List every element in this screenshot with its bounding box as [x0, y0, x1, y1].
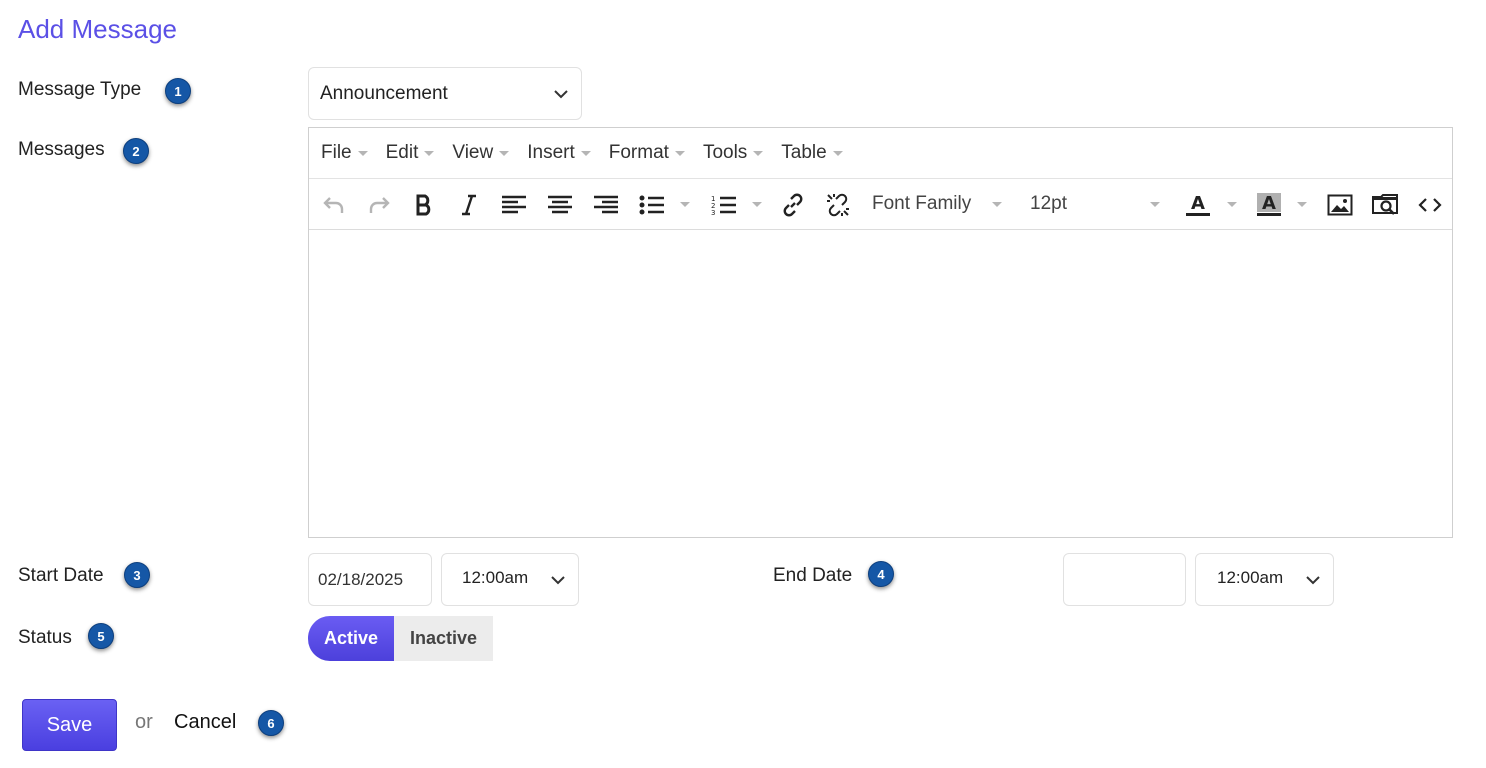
- status-toggle: Active Inactive: [308, 616, 493, 661]
- font-size-select[interactable]: 12pt: [1030, 193, 1067, 215]
- preview-icon[interactable]: [1370, 179, 1400, 230]
- or-separator: or: [135, 711, 153, 733]
- menu-edit[interactable]: Edit: [386, 142, 435, 164]
- step-badge-1: 1: [165, 78, 191, 104]
- caret-icon: [424, 150, 435, 156]
- editor-content-area[interactable]: [309, 230, 1452, 536]
- message-type-label: Message Type: [18, 79, 142, 100]
- caret-icon: [580, 150, 591, 156]
- background-color-caret-icon[interactable]: [1297, 202, 1307, 207]
- caret-icon: [832, 150, 843, 156]
- end-date-label: End Date: [773, 565, 853, 586]
- font-family-select[interactable]: Font Family: [872, 193, 971, 215]
- caret-icon: [753, 150, 764, 156]
- step-badge-3: 3: [124, 562, 150, 588]
- link-icon[interactable]: [778, 179, 808, 230]
- code-icon[interactable]: [1415, 179, 1445, 230]
- end-time-value: 12:00am: [1217, 567, 1284, 587]
- editor-menubar: File Edit View Insert Format Tools Table: [309, 128, 1452, 179]
- image-icon[interactable]: [1325, 179, 1355, 230]
- page-title: Add Message: [18, 14, 177, 44]
- end-date-input[interactable]: [1063, 553, 1186, 606]
- numbered-list-caret-icon[interactable]: [752, 202, 762, 207]
- save-button[interactable]: Save: [22, 699, 117, 751]
- bullet-list-icon[interactable]: [637, 179, 667, 230]
- menu-file[interactable]: File: [321, 142, 368, 164]
- bullet-list-caret-icon[interactable]: [680, 202, 690, 207]
- svg-text:A: A: [1191, 193, 1205, 214]
- menu-table[interactable]: Table: [781, 142, 843, 164]
- align-right-icon[interactable]: [591, 179, 621, 230]
- background-color-icon[interactable]: A: [1254, 179, 1284, 230]
- caret-icon: [357, 150, 368, 156]
- undo-icon[interactable]: [319, 179, 349, 230]
- menu-insert[interactable]: Insert: [527, 142, 591, 164]
- messages-label: Messages: [18, 139, 105, 160]
- message-type-select[interactable]: Announcement: [308, 67, 582, 120]
- align-left-icon[interactable]: [499, 179, 529, 230]
- message-type-value: Announcement: [320, 82, 448, 104]
- caret-icon: [499, 150, 510, 156]
- redo-icon[interactable]: [364, 179, 394, 230]
- status-label: Status: [18, 627, 72, 648]
- chevron-down-icon: [551, 575, 565, 584]
- svg-text:A: A: [1262, 193, 1276, 214]
- font-family-caret-icon[interactable]: [992, 202, 1002, 207]
- start-date-label: Start Date: [18, 565, 104, 586]
- status-inactive-option[interactable]: Inactive: [394, 616, 493, 661]
- end-time-select[interactable]: 12:00am: [1195, 553, 1334, 606]
- italic-icon[interactable]: [454, 179, 484, 230]
- start-time-select[interactable]: 12:00am: [441, 553, 579, 606]
- editor-toolbar: 123 Font Family 12pt A A: [309, 179, 1452, 230]
- start-date-input[interactable]: 02/18/2025: [308, 553, 432, 606]
- numbered-list-icon[interactable]: 123: [709, 179, 739, 230]
- step-badge-4: 4: [868, 561, 894, 587]
- unlink-icon[interactable]: [823, 179, 853, 230]
- align-center-icon[interactable]: [545, 179, 575, 230]
- menu-view[interactable]: View: [452, 142, 510, 164]
- text-color-caret-icon[interactable]: [1227, 202, 1237, 207]
- font-size-caret-icon[interactable]: [1150, 202, 1160, 207]
- step-badge-6: 6: [258, 710, 284, 736]
- menu-format[interactable]: Format: [609, 142, 685, 164]
- chevron-down-icon: [554, 89, 568, 98]
- step-badge-5: 5: [88, 623, 114, 649]
- status-active-option[interactable]: Active: [308, 616, 394, 661]
- bold-icon[interactable]: [409, 179, 439, 230]
- caret-icon: [674, 150, 685, 156]
- svg-text:3: 3: [711, 209, 715, 217]
- rich-text-editor: File Edit View Insert Format Tools Table: [308, 127, 1453, 538]
- menu-tools[interactable]: Tools: [703, 142, 764, 164]
- cancel-link[interactable]: Cancel: [174, 711, 236, 734]
- text-color-icon[interactable]: A: [1183, 179, 1213, 230]
- step-badge-2: 2: [123, 138, 149, 164]
- start-time-value: 12:00am: [462, 567, 529, 587]
- chevron-down-icon: [1306, 575, 1320, 584]
